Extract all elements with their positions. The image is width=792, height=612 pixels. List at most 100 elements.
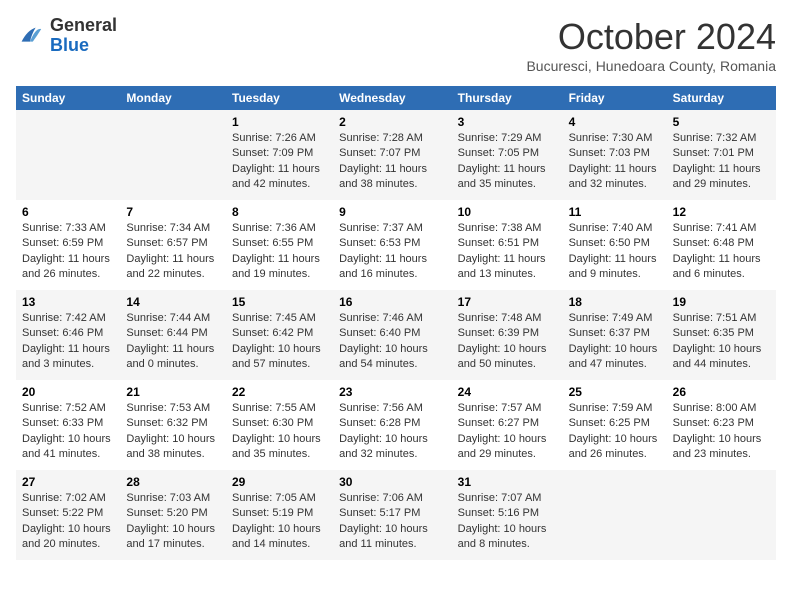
logo-general-text: General (50, 16, 117, 36)
day-number: 22 (232, 385, 327, 399)
calendar-cell: 22 Sunrise: 7:55 AM Sunset: 6:30 PM Dayli… (226, 380, 333, 470)
day-info: Sunrise: 8:00 AM Sunset: 6:23 PM Dayligh… (673, 401, 770, 463)
header-day-tuesday: Tuesday (226, 86, 333, 110)
calendar-cell: 27 Sunrise: 7:02 AM Sunset: 5:22 PM Dayli… (16, 470, 120, 560)
calendar-cell: 15Sunrise: 7:45 AM Sunset: 6:42 PM Dayli… (226, 290, 333, 380)
day-info: Sunrise: 7:46 AM Sunset: 6:40 PM Dayligh… (339, 311, 446, 373)
calendar-body: 1Sunrise: 7:26 AM Sunset: 7:09 PM Daylig… (16, 110, 776, 560)
calendar-cell: 5Sunrise: 7:32 AM Sunset: 7:01 PM Daylig… (667, 110, 776, 200)
calendar-cell: 19Sunrise: 7:51 AM Sunset: 6:35 PM Dayli… (667, 290, 776, 380)
day-number: 31 (458, 475, 557, 489)
day-info: Sunrise: 7:40 AM Sunset: 6:50 PM Dayligh… (569, 221, 661, 283)
header-row: SundayMondayTuesdayWednesdayThursdayFrid… (16, 86, 776, 110)
day-number: 30 (339, 475, 446, 489)
day-info: Sunrise: 7:28 AM Sunset: 7:07 PM Dayligh… (339, 131, 446, 193)
calendar-cell (16, 110, 120, 200)
calendar-cell: 8 Sunrise: 7:36 AM Sunset: 6:55 PM Daylig… (226, 200, 333, 290)
day-number: 20 (22, 385, 114, 399)
calendar-cell: 25Sunrise: 7:59 AM Sunset: 6:25 PM Dayli… (563, 380, 667, 470)
day-number: 1 (232, 115, 327, 129)
day-info: Sunrise: 7:02 AM Sunset: 5:22 PM Dayligh… (22, 491, 114, 553)
calendar-cell: 28Sunrise: 7:03 AM Sunset: 5:20 PM Dayli… (120, 470, 226, 560)
week-row-1: 1Sunrise: 7:26 AM Sunset: 7:09 PM Daylig… (16, 110, 776, 200)
day-number: 6 (22, 205, 114, 219)
day-number: 7 (126, 205, 220, 219)
day-number: 18 (569, 295, 661, 309)
header-day-friday: Friday (563, 86, 667, 110)
day-info: Sunrise: 7:36 AM Sunset: 6:55 PM Dayligh… (232, 221, 327, 283)
day-info: Sunrise: 7:59 AM Sunset: 6:25 PM Dayligh… (569, 401, 661, 463)
day-info: Sunrise: 7:07 AM Sunset: 5:16 PM Dayligh… (458, 491, 557, 553)
calendar-cell: 11 Sunrise: 7:40 AM Sunset: 6:50 PM Dayli… (563, 200, 667, 290)
calendar-cell: 20 Sunrise: 7:52 AM Sunset: 6:33 PM Dayli… (16, 380, 120, 470)
day-info: Sunrise: 7:49 AM Sunset: 6:37 PM Dayligh… (569, 311, 661, 373)
day-number: 9 (339, 205, 446, 219)
day-number: 16 (339, 295, 446, 309)
calendar-cell: 29Sunrise: 7:05 AM Sunset: 5:19 PM Dayli… (226, 470, 333, 560)
header-day-thursday: Thursday (452, 86, 563, 110)
calendar-cell: 12Sunrise: 7:41 AM Sunset: 6:48 PM Dayli… (667, 200, 776, 290)
day-info: Sunrise: 7:42 AM Sunset: 6:46 PM Dayligh… (22, 311, 114, 373)
day-info: Sunrise: 7:33 AM Sunset: 6:59 PM Dayligh… (22, 221, 114, 283)
day-info: Sunrise: 7:48 AM Sunset: 6:39 PM Dayligh… (458, 311, 557, 373)
calendar-cell (120, 110, 226, 200)
day-info: Sunrise: 7:55 AM Sunset: 6:30 PM Dayligh… (232, 401, 327, 463)
day-number: 4 (569, 115, 661, 129)
day-number: 10 (458, 205, 557, 219)
day-number: 29 (232, 475, 327, 489)
location-subtitle: Bucuresci, Hunedoara County, Romania (526, 58, 776, 74)
week-row-4: 20 Sunrise: 7:52 AM Sunset: 6:33 PM Dayli… (16, 380, 776, 470)
calendar-cell: 7 Sunrise: 7:34 AM Sunset: 6:57 PM Daylig… (120, 200, 226, 290)
calendar-table: SundayMondayTuesdayWednesdayThursdayFrid… (16, 86, 776, 560)
calendar-cell: 16 Sunrise: 7:46 AM Sunset: 6:40 PM Dayli… (333, 290, 452, 380)
day-number: 27 (22, 475, 114, 489)
calendar-cell: 31 Sunrise: 7:07 AM Sunset: 5:16 PM Dayli… (452, 470, 563, 560)
calendar-cell: 9 Sunrise: 7:37 AM Sunset: 6:53 PM Daylig… (333, 200, 452, 290)
month-title: October 2024 (526, 16, 776, 58)
day-info: Sunrise: 7:44 AM Sunset: 6:44 PM Dayligh… (126, 311, 220, 373)
day-info: Sunrise: 7:29 AM Sunset: 7:05 PM Dayligh… (458, 131, 557, 193)
page-header: General Blue October 2024 Bucuresci, Hun… (16, 16, 776, 74)
header-day-wednesday: Wednesday (333, 86, 452, 110)
calendar-cell: 26 Sunrise: 8:00 AM Sunset: 6:23 PM Dayli… (667, 380, 776, 470)
day-info: Sunrise: 7:06 AM Sunset: 5:17 PM Dayligh… (339, 491, 446, 553)
day-number: 21 (126, 385, 220, 399)
day-info: Sunrise: 7:41 AM Sunset: 6:48 PM Dayligh… (673, 221, 770, 283)
calendar-cell (667, 470, 776, 560)
day-number: 17 (458, 295, 557, 309)
day-info: Sunrise: 7:34 AM Sunset: 6:57 PM Dayligh… (126, 221, 220, 283)
day-number: 11 (569, 205, 661, 219)
calendar-cell: 17 Sunrise: 7:48 AM Sunset: 6:39 PM Dayli… (452, 290, 563, 380)
title-section: October 2024 Bucuresci, Hunedoara County… (526, 16, 776, 74)
logo: General Blue (16, 16, 117, 56)
day-info: Sunrise: 7:56 AM Sunset: 6:28 PM Dayligh… (339, 401, 446, 463)
header-day-sunday: Sunday (16, 86, 120, 110)
day-info: Sunrise: 7:37 AM Sunset: 6:53 PM Dayligh… (339, 221, 446, 283)
week-row-2: 6 Sunrise: 7:33 AM Sunset: 6:59 PM Daylig… (16, 200, 776, 290)
calendar-cell: 14Sunrise: 7:44 AM Sunset: 6:44 PM Dayli… (120, 290, 226, 380)
calendar-header: SundayMondayTuesdayWednesdayThursdayFrid… (16, 86, 776, 110)
calendar-cell: 3 Sunrise: 7:29 AM Sunset: 7:05 PM Daylig… (452, 110, 563, 200)
calendar-cell: 4 Sunrise: 7:30 AM Sunset: 7:03 PM Daylig… (563, 110, 667, 200)
day-number: 3 (458, 115, 557, 129)
day-number: 23 (339, 385, 446, 399)
day-info: Sunrise: 7:53 AM Sunset: 6:32 PM Dayligh… (126, 401, 220, 463)
logo-blue-text: Blue (50, 36, 117, 56)
logo-icon (16, 22, 44, 50)
calendar-cell: 18 Sunrise: 7:49 AM Sunset: 6:37 PM Dayli… (563, 290, 667, 380)
day-number: 5 (673, 115, 770, 129)
calendar-cell: 10Sunrise: 7:38 AM Sunset: 6:51 PM Dayli… (452, 200, 563, 290)
day-number: 15 (232, 295, 327, 309)
day-number: 8 (232, 205, 327, 219)
day-info: Sunrise: 7:30 AM Sunset: 7:03 PM Dayligh… (569, 131, 661, 193)
calendar-cell: 24Sunrise: 7:57 AM Sunset: 6:27 PM Dayli… (452, 380, 563, 470)
day-number: 19 (673, 295, 770, 309)
day-info: Sunrise: 7:57 AM Sunset: 6:27 PM Dayligh… (458, 401, 557, 463)
day-number: 2 (339, 115, 446, 129)
day-info: Sunrise: 7:52 AM Sunset: 6:33 PM Dayligh… (22, 401, 114, 463)
week-row-3: 13Sunrise: 7:42 AM Sunset: 6:46 PM Dayli… (16, 290, 776, 380)
header-day-monday: Monday (120, 86, 226, 110)
calendar-cell: 23 Sunrise: 7:56 AM Sunset: 6:28 PM Dayli… (333, 380, 452, 470)
calendar-cell: 6 Sunrise: 7:33 AM Sunset: 6:59 PM Daylig… (16, 200, 120, 290)
day-number: 26 (673, 385, 770, 399)
